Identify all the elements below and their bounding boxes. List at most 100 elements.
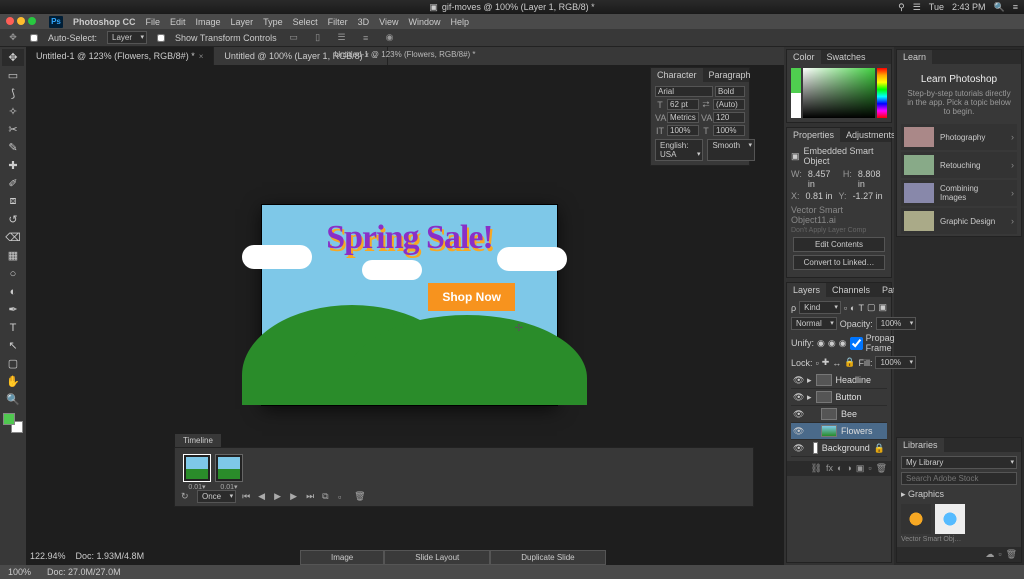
propagate-checkbox[interactable] <box>850 337 863 350</box>
menu-edit[interactable]: Edit <box>170 17 186 27</box>
3d-mode-icon[interactable]: ◉ <box>383 31 397 45</box>
library-asset-1[interactable] <box>901 504 931 534</box>
menu-icon[interactable]: ≡ <box>1013 2 1018 12</box>
libraries-tab[interactable]: Libraries <box>897 438 944 452</box>
character-tab[interactable]: Character <box>651 68 703 82</box>
history-brush-tool[interactable]: ↺ <box>2 211 24 228</box>
hand-tool[interactable]: ✋ <box>2 373 24 390</box>
menu-window[interactable]: Window <box>408 17 440 27</box>
menu-app[interactable]: Photoshop CC <box>73 17 136 27</box>
filter-icon[interactable]: T <box>858 303 864 313</box>
new-frame-icon[interactable]: ▫ <box>338 492 348 502</box>
menu-filter[interactable]: Filter <box>328 17 348 27</box>
prev-frame-icon[interactable]: ◀ <box>258 491 268 502</box>
layer-row[interactable]: 👁▸Button <box>791 389 887 406</box>
bg-tab-image[interactable]: Image <box>300 550 384 565</box>
dodge-tool[interactable]: ◐ <box>2 283 24 300</box>
layer-name[interactable]: Headline <box>836 375 885 385</box>
menu-3d[interactable]: 3D <box>358 17 370 27</box>
layer-name[interactable]: Background <box>822 443 870 453</box>
trash-icon[interactable]: 🗑 <box>876 463 887 474</box>
new-layer-icon[interactable]: ▫ <box>868 463 871 474</box>
crop-tool[interactable]: ✂ <box>2 121 24 138</box>
align-icon-4[interactable]: ≡ <box>359 31 373 45</box>
opacity-value[interactable]: 100% <box>876 317 916 330</box>
menu-type[interactable]: Type <box>263 17 283 27</box>
auto-select-checkbox[interactable] <box>30 34 38 42</box>
trash-icon[interactable]: 🗑 <box>354 491 364 502</box>
lock-icon[interactable]: ↔ <box>832 358 841 368</box>
font-size[interactable]: 62 pt <box>667 99 699 110</box>
visibility-icon[interactable]: 👁 <box>793 375 803 386</box>
menu-select[interactable]: Select <box>293 17 318 27</box>
hscale[interactable]: 100% <box>713 125 745 136</box>
layer-name[interactable]: Bee <box>841 409 885 419</box>
show-transform-checkbox[interactable] <box>157 34 165 42</box>
lock-icon[interactable]: ▫ <box>816 358 819 368</box>
layer-name[interactable]: Flowers <box>841 426 885 436</box>
lock-icon[interactable]: 🔒 <box>844 357 855 368</box>
unify-icon[interactable]: ◉ <box>817 338 825 349</box>
bg-tab-slide-layout[interactable]: Slide Layout <box>384 550 490 565</box>
stamp-tool[interactable]: ⧈ <box>2 193 24 210</box>
wand-tool[interactable]: ✧ <box>2 103 24 120</box>
unify-icon[interactable]: ◉ <box>839 338 847 349</box>
properties-tab[interactable]: Properties <box>787 128 840 142</box>
library-search[interactable] <box>901 472 1017 485</box>
bg-tab-duplicate[interactable]: Duplicate Slide <box>490 550 605 565</box>
learn-tab[interactable]: Learn <box>897 50 932 64</box>
layer-row[interactable]: 👁Flowers <box>791 423 887 440</box>
color-tab[interactable]: Color <box>787 50 821 64</box>
play-icon[interactable]: ▶ <box>274 491 284 502</box>
blend-mode-dropdown[interactable]: Normal <box>791 317 837 330</box>
color-picker[interactable] <box>791 68 887 118</box>
align-icon-2[interactable]: ▯ <box>311 31 325 45</box>
mask-icon[interactable]: ◐ <box>837 463 842 474</box>
swatches-tab[interactable]: Swatches <box>821 50 872 64</box>
leading[interactable]: (Auto) <box>713 99 745 110</box>
filter-icon[interactable]: ▢ <box>867 302 876 313</box>
last-frame-icon[interactable]: ⏭ <box>306 491 316 502</box>
close-icon[interactable]: × <box>199 52 204 61</box>
visibility-icon[interactable]: 👁 <box>793 443 803 454</box>
menu-file[interactable]: File <box>146 17 161 27</box>
expand-icon[interactable]: ▸ <box>807 392 812 403</box>
w-value[interactable]: 8.457 in <box>808 169 837 189</box>
y-value[interactable]: -1.27 in <box>853 191 883 201</box>
learn-item-photography[interactable]: Photography› <box>901 124 1017 150</box>
spotlight-icon[interactable]: ⚲ <box>898 2 905 13</box>
search-icon[interactable]: 🔍 <box>994 2 1005 13</box>
font-style-dropdown[interactable]: Bold <box>715 86 745 97</box>
zoom-tool[interactable]: 🔍 <box>2 391 24 408</box>
lasso-tool[interactable]: ⟆ <box>2 85 24 102</box>
unify-icon[interactable]: ◉ <box>828 338 836 349</box>
color-swatches[interactable] <box>3 413 23 433</box>
h-value[interactable]: 8.808 in <box>858 169 887 189</box>
menu-layer[interactable]: Layer <box>231 17 254 27</box>
channels-tab[interactable]: Channels <box>826 283 876 297</box>
convert-linked-button[interactable]: Convert to Linked… <box>793 255 885 270</box>
path-tool[interactable]: ↖ <box>2 337 24 354</box>
timeline-frame-1[interactable] <box>183 454 211 482</box>
marquee-tool[interactable]: ▭ <box>2 67 24 84</box>
filter-icon[interactable]: ▣ <box>878 302 887 313</box>
filter-icon[interactable]: ▫ <box>844 303 847 313</box>
play-mode-dropdown[interactable]: Once <box>197 490 236 503</box>
x-value[interactable]: 0.81 in <box>806 191 833 201</box>
loop-icon[interactable]: ↻ <box>181 491 191 502</box>
aa-dropdown[interactable]: Smooth <box>707 139 755 161</box>
timeline-frame-2[interactable] <box>215 454 243 482</box>
new-icon[interactable]: ▫ <box>998 549 1001 560</box>
fx-icon[interactable]: fx <box>826 463 833 474</box>
first-frame-icon[interactable]: ⏮ <box>242 491 252 502</box>
lock-icon[interactable]: ✚ <box>822 357 830 368</box>
lang-dropdown[interactable]: English: USA <box>655 139 703 161</box>
brush-tool[interactable]: ✐ <box>2 175 24 192</box>
layer-row[interactable]: 👁Background🔒 <box>791 440 887 457</box>
learn-item-combining[interactable]: Combining Images› <box>901 180 1017 206</box>
window-controls[interactable] <box>6 17 39 27</box>
adjustment-icon[interactable]: ◑ <box>846 463 851 474</box>
eraser-tool[interactable]: ⌫ <box>2 229 24 246</box>
gradient-tool[interactable]: ▦ <box>2 247 24 264</box>
auto-select-dropdown[interactable]: Layer <box>107 31 147 44</box>
